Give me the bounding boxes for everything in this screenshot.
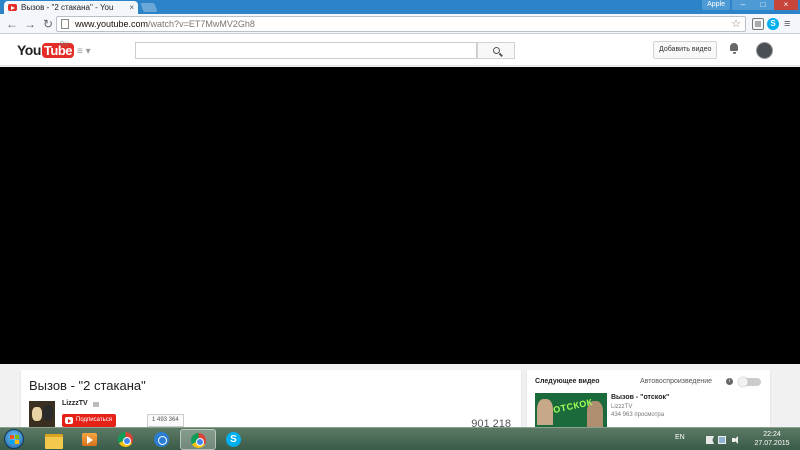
keyboard-language[interactable]: EN <box>675 434 685 441</box>
video-player[interactable] <box>0 67 800 364</box>
chrome-icon[interactable] <box>108 429 144 450</box>
info-icon[interactable]: i <box>726 378 733 385</box>
subscribe-label: Подписаться <box>76 417 112 423</box>
media-player-icon[interactable] <box>72 429 108 450</box>
search-input[interactable] <box>135 42 477 59</box>
region-label: RU <box>60 42 69 48</box>
subscriber-count: 1 493 364 <box>147 414 184 427</box>
skype-icon[interactable] <box>216 429 252 450</box>
url-host: www.youtube.com <box>75 19 149 29</box>
youtube-play-icon <box>65 417 73 424</box>
start-button[interactable] <box>4 429 24 449</box>
next-video-thumbnail[interactable]: ОТСКОК <box>535 393 607 428</box>
browser-tab-active[interactable]: Вызов - "2 стакана" - You × <box>4 1 138 14</box>
back-button[interactable]: ← <box>4 16 20 32</box>
tab-title: Вызов - "2 стакана" - You <box>21 3 114 12</box>
autoplay-label: Автовоспроизведение <box>640 378 713 385</box>
chrome-active-window-icon[interactable] <box>180 429 216 450</box>
system-clock[interactable]: 22:24 27.07.2015 <box>752 430 792 448</box>
chrome-menu-icon[interactable]: ≡ <box>784 16 790 32</box>
youtube-favicon-icon <box>8 4 17 11</box>
maximize-button[interactable]: □ <box>752 0 774 10</box>
explorer-folder-icon[interactable] <box>36 429 72 450</box>
logo-you: You <box>17 42 41 58</box>
profile-badge[interactable]: Apple <box>702 0 730 10</box>
search-button[interactable] <box>477 42 515 59</box>
video-title: Вызов - "2 стакана" <box>29 378 146 393</box>
next-video-channel: LizzzTV <box>611 404 633 410</box>
next-video-views: 434 963 просмотра <box>611 412 665 418</box>
url-path: /watch?v=ET7MwMV2Gh8 <box>148 19 255 29</box>
up-next-card: Следующее видео Автовоспроизведение i ОТ… <box>527 370 770 428</box>
upload-video-button[interactable]: Добавить видео <box>653 41 718 59</box>
bookmark-star-icon[interactable]: ☆ <box>731 17 741 31</box>
logo-tube: Tube <box>41 42 74 58</box>
channel-name-link[interactable]: LizzzTV <box>62 400 88 407</box>
skype-extension-icon[interactable]: S <box>767 18 779 30</box>
remote-app-icon[interactable] <box>144 429 180 450</box>
windows-taskbar: EN 22:24 27.07.2015 <box>0 427 800 450</box>
search-icon <box>492 47 500 54</box>
clock-time: 22:24 <box>763 431 781 438</box>
youtube-masthead: You Tube RU ≡ ▾ Добавить видео <box>0 34 800 66</box>
subscribe-button[interactable]: Подписаться <box>62 414 116 427</box>
extension-icon[interactable] <box>752 18 764 30</box>
network-icon[interactable] <box>718 436 726 444</box>
url-text: www.youtube.com/watch?v=ET7MwMV2Gh8 <box>75 19 255 29</box>
next-video-title[interactable]: Вызов - "отскок" <box>611 394 669 401</box>
tab-close-icon[interactable]: × <box>129 3 134 12</box>
reload-button[interactable]: ↻ <box>40 16 56 32</box>
notifications-bell-icon[interactable] <box>729 43 739 54</box>
action-center-flag-icon[interactable] <box>706 436 714 444</box>
forward-button[interactable]: → <box>22 16 38 32</box>
channel-avatar[interactable] <box>29 401 55 427</box>
guide-menu-icon[interactable]: ≡ ▾ <box>77 46 91 57</box>
up-next-heading: Следующее видео <box>535 378 600 385</box>
autoplay-toggle[interactable] <box>738 377 761 387</box>
minimize-button[interactable]: – <box>732 0 754 10</box>
clock-date: 27.07.2015 <box>754 440 790 447</box>
video-info-card: Вызов - "2 стакана" LizzzTV Подписаться … <box>21 370 521 430</box>
new-tab-button[interactable] <box>140 3 158 12</box>
account-avatar[interactable] <box>756 42 773 59</box>
thumbnail-person-left <box>537 399 553 425</box>
volume-icon[interactable] <box>732 436 740 444</box>
browser-toolbar: ← → ↻ www.youtube.com/watch?v=ET7MwMV2Gh… <box>0 14 800 34</box>
close-window-button[interactable]: × <box>774 0 798 10</box>
address-bar[interactable]: www.youtube.com/watch?v=ET7MwMV2Gh8 ☆ <box>56 16 746 32</box>
page-icon <box>61 19 69 29</box>
verified-icon <box>93 402 99 407</box>
browser-tab-strip: Вызов - "2 стакана" - You × Apple – □ × <box>0 0 800 14</box>
